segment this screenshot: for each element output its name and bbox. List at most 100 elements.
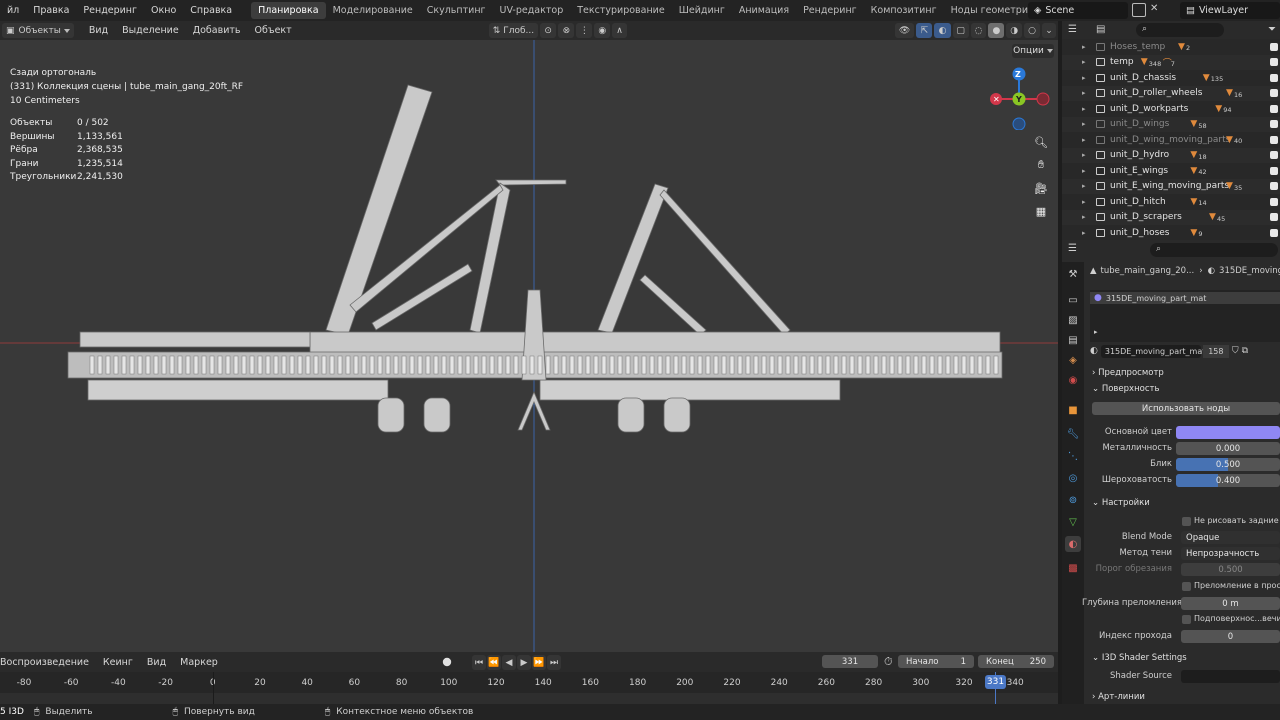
new-scene-icon[interactable]	[1132, 3, 1146, 17]
outliner-row[interactable]: ▸ unit_D_chassis ▼ 135	[1062, 70, 1280, 86]
viewport-menu-1[interactable]: Выделение	[115, 25, 186, 36]
transform-orientation[interactable]: ⇅ Глоб...	[488, 23, 539, 38]
material-slot-list[interactable]: ● 315DE_moving_part_mat ▸	[1090, 290, 1280, 342]
expand-icon[interactable]: ▸	[1082, 89, 1086, 97]
expand-icon[interactable]: ▸	[1082, 120, 1086, 128]
backface-culling-checkbox[interactable]	[1182, 517, 1191, 526]
current-frame-field[interactable]: 331	[822, 655, 878, 668]
expand-icon[interactable]: ▸	[1082, 198, 1086, 206]
play-icon[interactable]: ▶	[517, 655, 531, 670]
wireframe-shading-icon[interactable]: ◌	[970, 23, 987, 38]
workspace-tab-9[interactable]: Ноды геометрии	[944, 2, 1042, 19]
pan-hand-icon[interactable]: ✋︎	[1031, 155, 1051, 175]
expand-icon[interactable]: ▸	[1082, 58, 1086, 66]
timeline-menu-1[interactable]: Кеинг	[96, 657, 140, 668]
workspace-tab-2[interactable]: Скульптинг	[420, 2, 493, 19]
refraction-depth-field[interactable]: 0 m	[1181, 597, 1280, 610]
expand-icon[interactable]: ▸	[1082, 151, 1086, 159]
preview-section[interactable]: › Предпросмотр	[1092, 368, 1164, 378]
outliner-row[interactable]: ▸ unit_D_roller_wheels ▼ 16	[1062, 85, 1280, 101]
include-checkbox[interactable]	[1270, 228, 1278, 237]
constraints-tab-icon[interactable]: ⊚	[1065, 492, 1081, 508]
collection-name[interactable]: Hoses_temp	[1110, 42, 1165, 52]
collection-name[interactable]: unit_D_chassis	[1110, 73, 1176, 83]
snap-target-icon[interactable]: ⋮	[576, 23, 593, 38]
falloff-icon[interactable]: ∧	[612, 23, 627, 38]
collection-name[interactable]: unit_D_hitch	[1110, 197, 1166, 207]
end-frame-field[interactable]: Конец 250	[978, 655, 1054, 668]
fake-user-icon[interactable]: ⛉	[1232, 346, 1239, 356]
playhead-label[interactable]: 331	[985, 675, 1006, 689]
expand-icon[interactable]: ▸	[1082, 182, 1086, 190]
menu-1[interactable]: Правка	[26, 5, 76, 16]
tool-tab-icon[interactable]: ⚒	[1065, 266, 1081, 282]
collection-name[interactable]: unit_D_hoses	[1110, 228, 1170, 238]
grid-perspective-icon[interactable]: ▦	[1031, 201, 1051, 221]
visibility-icon[interactable]: 👁	[894, 23, 915, 38]
settings-section[interactable]: ⌄ Настройки	[1092, 498, 1150, 508]
play-reverse-icon[interactable]: ◀	[502, 655, 516, 670]
collection-name[interactable]: unit_D_workparts	[1110, 104, 1188, 114]
expand-icon[interactable]: ▸	[1082, 43, 1086, 51]
viewport-menu-3[interactable]: Объект	[248, 25, 299, 36]
duplicate-icon[interactable]: ⧉	[1242, 346, 1248, 356]
timeline-menu-3[interactable]: Маркер	[173, 657, 225, 668]
options-button[interactable]: Опции	[1012, 44, 1054, 58]
3d-viewport[interactable]: Сзади ортогональ (331) Коллекция сцены |…	[0, 40, 1058, 652]
include-checkbox[interactable]	[1270, 89, 1278, 98]
workspace-tab-0[interactable]: Планировка	[251, 2, 326, 19]
menu-2[interactable]: Рендеринг	[76, 5, 144, 16]
outliner-editor-icon[interactable]: ☰	[1068, 24, 1077, 35]
shadow-mode-select[interactable]: Непрозрачность	[1181, 547, 1280, 560]
data-tab-icon[interactable]: ▽	[1065, 514, 1081, 530]
collection-name[interactable]: unit_E_wings	[1110, 166, 1168, 176]
mode-selector[interactable]: ▣ Объекты	[2, 23, 74, 38]
include-checkbox[interactable]	[1270, 197, 1278, 206]
surface-section[interactable]: ⌄ Поверхность	[1092, 384, 1159, 394]
browse-material-icon[interactable]: ◐	[1090, 346, 1098, 356]
timeline-ruler[interactable]: 340 320 300 280 260 240 220 200 180 160 140 120 100 8…	[0, 672, 1058, 704]
shading-options-icon[interactable]: ⌄	[1042, 23, 1057, 38]
material-shading-icon[interactable]: ◑	[1006, 23, 1023, 38]
outliner-search-input[interactable]: ⌕	[1136, 23, 1224, 37]
outliner-row[interactable]: ▸ unit_D_wing_moving_parts ▼ 40	[1062, 132, 1280, 148]
workspace-tab-7[interactable]: Рендеринг	[796, 2, 864, 19]
workspace-tab-6[interactable]: Анимация	[732, 2, 796, 19]
outliner-row[interactable]: ▸ unit_D_hydro ▼ 18	[1062, 147, 1280, 163]
jump-start-icon[interactable]: ⏮	[472, 655, 486, 670]
particles-tab-icon[interactable]: ⋱	[1065, 448, 1081, 464]
workspace-tab-3[interactable]: UV-редактор	[493, 2, 571, 19]
collection-name[interactable]: unit_D_wings	[1110, 119, 1169, 129]
render-tab-icon[interactable]: ▭	[1065, 292, 1081, 308]
world-tab-icon[interactable]: ◉	[1065, 372, 1081, 388]
collection-name[interactable]: unit_D_scrapers	[1110, 212, 1182, 222]
zoom-icon[interactable]: 🔍︎	[1031, 132, 1051, 152]
subsurface-checkbox[interactable]	[1182, 615, 1191, 624]
scene-tab-icon[interactable]: ◈	[1065, 352, 1081, 368]
stopwatch-icon[interactable]: ⏱	[884, 655, 893, 669]
viewport-menu-2[interactable]: Добавить	[186, 25, 248, 36]
surface-field-0[interactable]	[1176, 426, 1280, 439]
surface-field-3[interactable]: 0.400	[1176, 474, 1280, 487]
expand-icon[interactable]: ▸	[1082, 167, 1086, 175]
start-frame-field[interactable]: Начало 1	[898, 655, 974, 668]
include-checkbox[interactable]	[1270, 135, 1278, 144]
next-keyframe-icon[interactable]: ⏩	[532, 655, 546, 670]
expand-icon[interactable]: ▸	[1082, 229, 1086, 237]
clip-threshold-field[interactable]: 0.500	[1181, 563, 1280, 576]
include-checkbox[interactable]	[1270, 58, 1278, 67]
proportional-edit-icon[interactable]: ◉	[594, 23, 611, 38]
view-layer-selector[interactable]: ▤ ViewLayer	[1180, 2, 1280, 19]
collection-name[interactable]: unit_D_hydro	[1110, 150, 1169, 160]
collection-name[interactable]: unit_E_wing_moving_parts	[1110, 181, 1229, 191]
line-art-section[interactable]: › Арт-линии	[1092, 692, 1145, 702]
outliner-row[interactable]: ▸ unit_D_scrapers ▼ 45	[1062, 209, 1280, 225]
outliner-row[interactable]: ▸ unit_D_workparts ▼ 94	[1062, 101, 1280, 117]
collection-name[interactable]: unit_D_wing_moving_parts	[1110, 135, 1230, 145]
material-name-field[interactable]: 315DE_moving_part_mat	[1100, 344, 1205, 358]
pivot-icon[interactable]: ⊙	[540, 23, 557, 38]
use-nodes-button[interactable]: Использовать ноды	[1092, 402, 1280, 415]
include-checkbox[interactable]	[1270, 104, 1278, 113]
include-checkbox[interactable]	[1270, 213, 1278, 222]
include-checkbox[interactable]	[1270, 73, 1278, 82]
